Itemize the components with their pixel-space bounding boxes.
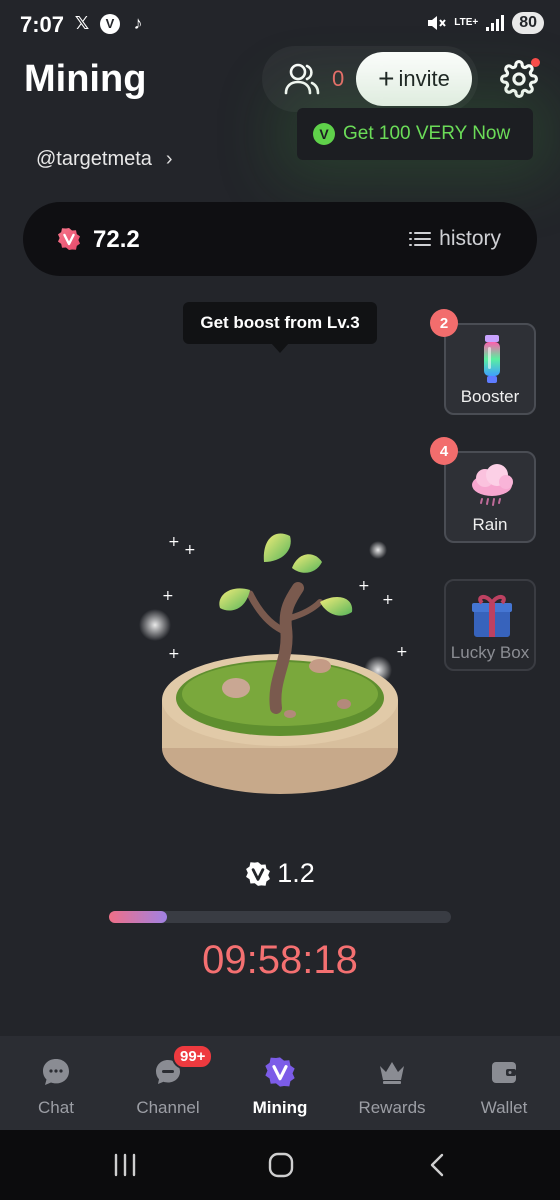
settings-button[interactable] [500, 58, 540, 98]
status-bar: 7:07 𝕏 V ♪ LTE+ 80 [0, 0, 560, 52]
recents-icon[interactable] [110, 1152, 140, 1178]
booster-badge: 2 [430, 309, 458, 337]
nav-item-chat[interactable]: Chat [0, 1036, 112, 1130]
svg-text:+: + [382, 592, 394, 608]
lucky-box-card[interactable]: Lucky Box [444, 579, 536, 671]
system-nav-bar [0, 1130, 560, 1200]
booster-label: Booster [460, 387, 520, 406]
booster-vial-icon [484, 335, 500, 383]
reward-value: 1.2 [277, 858, 315, 888]
system-icons: LTE+ 80 [426, 12, 544, 34]
plant-illustration[interactable]: + +++ +++ [130, 520, 430, 820]
mining-reward: 1.2 [0, 858, 560, 889]
mining-timer: 09:58:18 [202, 938, 358, 982]
username-link[interactable]: @targetmeta › [36, 148, 173, 171]
tiktok-icon: ♪ [133, 13, 143, 33]
invite-pill: 0 + invite [262, 46, 478, 112]
back-icon[interactable] [424, 1152, 454, 1178]
mining-progress-fill [109, 911, 168, 923]
rain-label: Rain [472, 515, 508, 534]
chat-bubble-icon [43, 1059, 69, 1085]
nav-item-wallet[interactable]: Wallet [448, 1036, 560, 1130]
nav-item-channel[interactable]: 99+ Channel [112, 1036, 224, 1130]
invite-label: invite [398, 66, 450, 91]
very-v-icon: V [313, 123, 335, 145]
mining-progress [109, 911, 451, 923]
nav-label-rewards: Rewards [358, 1098, 426, 1117]
friends-icon[interactable] [284, 62, 320, 96]
gift-box-icon [472, 595, 512, 637]
balance-bar: 72.2 history [23, 202, 537, 276]
svg-text:+: + [184, 542, 196, 558]
very-token-icon [246, 861, 271, 886]
nav-label-channel: Channel [136, 1098, 200, 1117]
svg-text:+: + [168, 534, 180, 550]
page-title: Mining [24, 58, 147, 100]
history-button[interactable]: history [409, 227, 501, 251]
channel-badge: 99+ [172, 1044, 214, 1069]
notification-icons: 𝕏 V ♪ [72, 13, 148, 34]
lucky-box-label: Lucky Box [450, 643, 530, 662]
wallet-icon [492, 1062, 516, 1083]
nav-label-chat: Chat [38, 1098, 74, 1117]
promo-text: Get 100 VERY Now [343, 123, 511, 144]
nav-label-mining: Mining [252, 1098, 308, 1117]
username: @targetmeta [36, 148, 152, 170]
nav-label-wallet: Wallet [480, 1098, 528, 1117]
svg-text:+: + [162, 588, 174, 604]
home-icon[interactable] [266, 1152, 296, 1178]
very-token-icon [58, 228, 80, 250]
tooltip-text: Get boost from Lv.3 [200, 313, 360, 332]
crown-icon [380, 1062, 404, 1084]
promo-banner[interactable]: V Get 100 VERY Now [297, 108, 533, 160]
booster-card[interactable]: 2 Booster [430, 309, 536, 415]
notification-dot [531, 58, 540, 67]
friends-count: 0 [332, 66, 345, 91]
list-icon [409, 232, 432, 246]
invite-button[interactable]: + invite [356, 52, 472, 106]
tooltip-arrow [271, 343, 289, 353]
nav-item-rewards[interactable]: Rewards [336, 1036, 448, 1130]
lte-indicator: LTE+ [454, 17, 479, 28]
svg-text:+: + [358, 578, 370, 594]
history-label: history [439, 227, 501, 250]
nav-item-mining[interactable]: Mining [224, 1036, 336, 1130]
balance-value: 72.2 [93, 226, 140, 253]
v-logo-icon [265, 1057, 295, 1087]
signal-icon [486, 15, 505, 31]
x-icon: 𝕏 [74, 13, 90, 33]
boost-tooltip: Get boost from Lv.3 [183, 302, 377, 353]
rain-card[interactable]: 4 Rain [430, 437, 536, 543]
battery-indicator: 80 [512, 12, 544, 34]
v-app-icon: V [100, 13, 120, 34]
svg-text:+: + [168, 646, 180, 662]
rain-badge: 4 [430, 437, 458, 465]
status-time: 7:07 [20, 12, 65, 37]
chevron-right-icon: › [165, 148, 173, 170]
svg-text:+: + [396, 644, 408, 660]
bottom-nav: Chat 99+ Channel Mining Rewards Wallet [0, 1036, 560, 1130]
rain-cloud-icon [472, 464, 513, 506]
mute-icon [428, 16, 446, 30]
plus-icon: + [378, 63, 395, 94]
